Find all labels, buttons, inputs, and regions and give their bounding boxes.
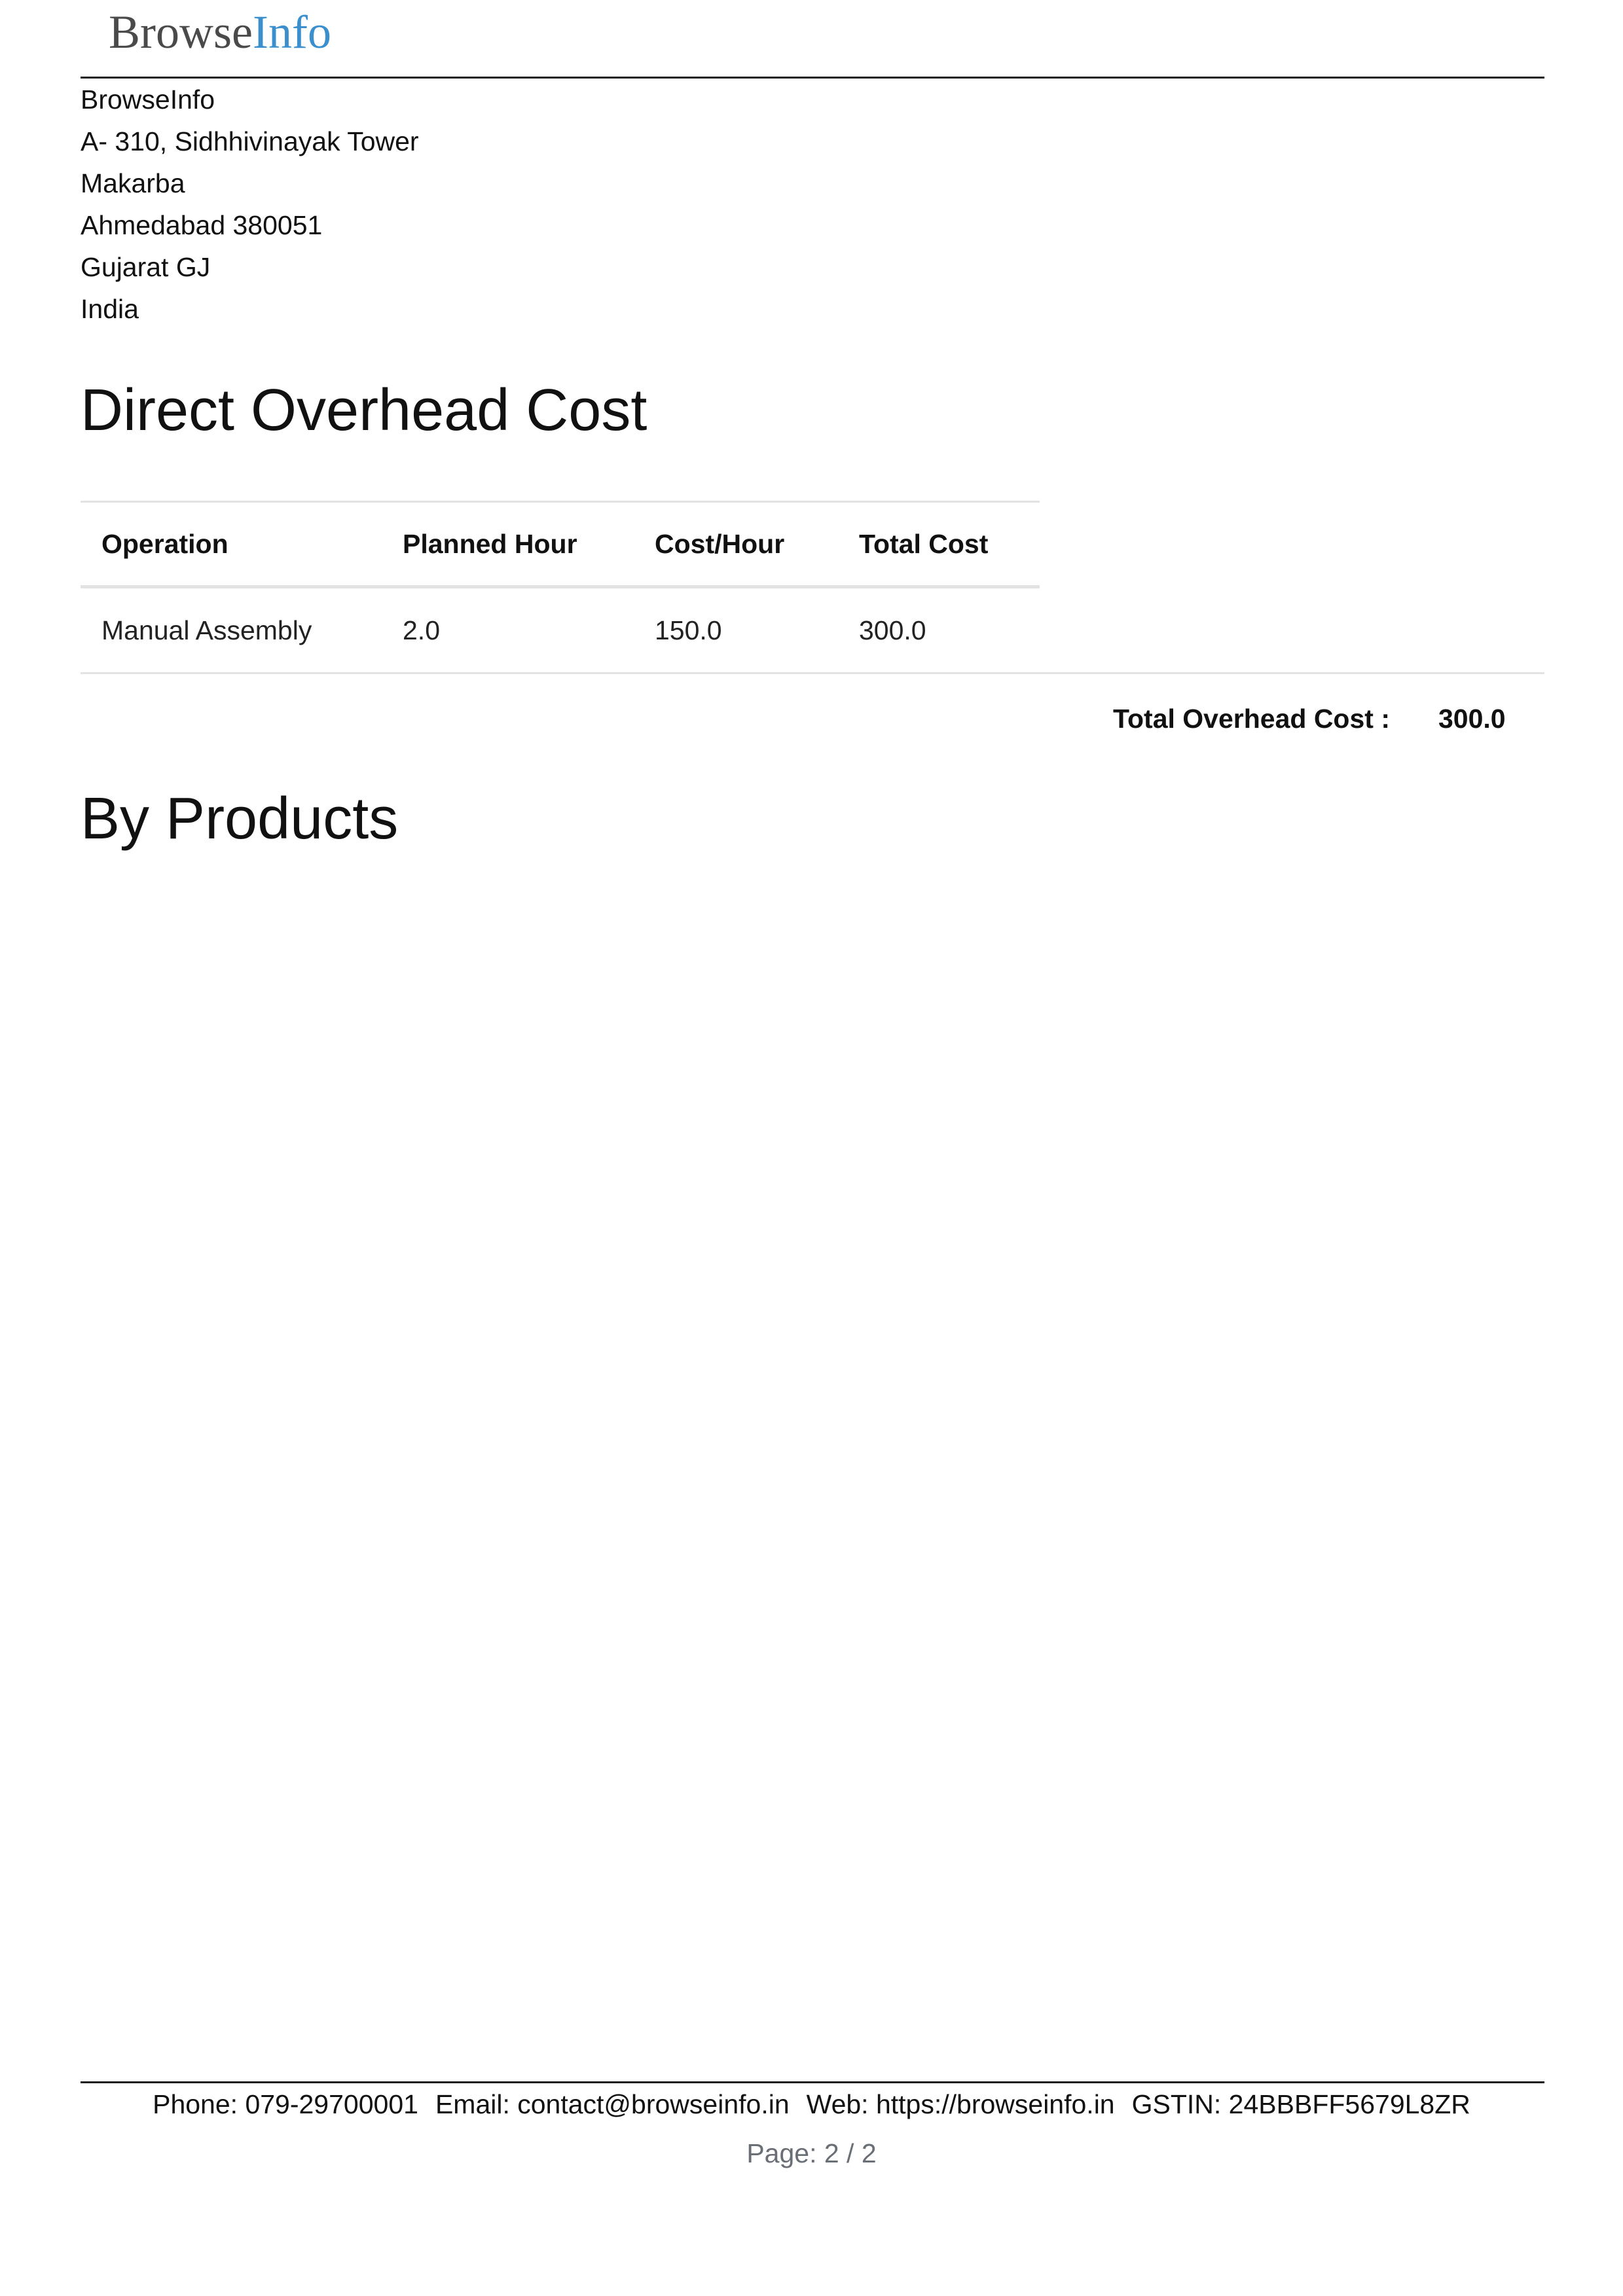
footer-phone: Phone: 079-29700001 [153, 2089, 418, 2119]
cell-cost-per-hour: 150.0 [655, 615, 722, 645]
cell-planned-hour: 2.0 [403, 615, 440, 645]
table-header-row: Operation Planned Hour Cost/Hour Total C… [81, 501, 1040, 588]
address-state: Gujarat GJ [81, 252, 211, 282]
footer-email: Email: contact@browseinfo.in [435, 2089, 790, 2119]
column-header-operation: Operation [101, 529, 228, 559]
total-overhead-label: Total Overhead Cost : [1113, 704, 1390, 734]
total-overhead-summary: Total Overhead Cost : 300.0 [0, 692, 1623, 745]
address-city-zip: Ahmedabad 380051 [81, 210, 323, 240]
total-overhead-value: 300.0 [1438, 704, 1506, 734]
cell-total-cost: 300.0 [859, 615, 926, 645]
column-header-cost-per-hour: Cost/Hour [655, 529, 785, 559]
cell-operation: Manual Assembly [101, 615, 312, 645]
footer-contacts: Phone: 079-29700001 Email: contact@browse… [0, 2083, 1623, 2125]
logo-info-text: Info [252, 6, 331, 58]
company-name: BrowseInfo [81, 84, 215, 115]
company-address: BrowseInfo A- 310, Sidhhivinayak Tower M… [81, 79, 419, 330]
column-header-total-cost: Total Cost [859, 529, 989, 559]
overhead-cost-table: Operation Planned Hour Cost/Hour Total C… [81, 501, 1544, 674]
overhead-section-title: Direct Overhead Cost [81, 378, 647, 443]
footer-web: Web: https://browseinfo.in [806, 2089, 1115, 2119]
address-street: A- 310, Sidhhivinayak Tower [81, 126, 419, 156]
address-country: India [81, 294, 139, 324]
table-row: Manual Assembly 2.0 150.0 300.0 [81, 588, 1544, 674]
footer-gstin: GSTIN: 24BBBFF5679L8ZR [1131, 2089, 1470, 2119]
by-products-section-title: By Products [81, 786, 399, 852]
address-area: Makarba [81, 168, 185, 198]
logo-browse-text: Browse [109, 6, 253, 58]
page-number: Page: 2 / 2 [746, 2138, 877, 2168]
company-logo: BrowseInfo [109, 3, 331, 62]
column-header-planned-hour: Planned Hour [403, 529, 577, 559]
